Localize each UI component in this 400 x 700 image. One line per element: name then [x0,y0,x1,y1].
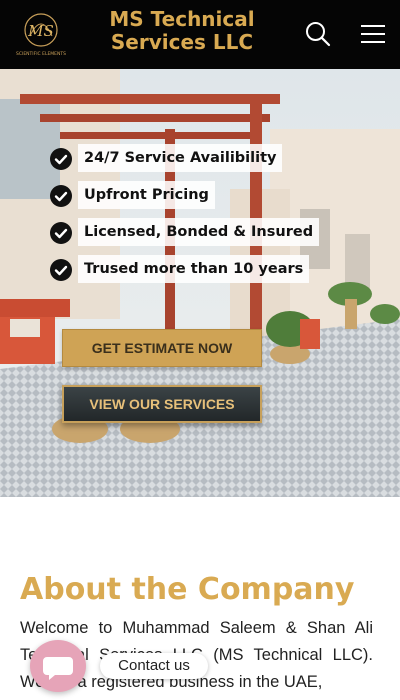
contact-us-label[interactable]: Contact us [100,653,208,679]
logo-emblem-icon: MS SCIENTIFIC ELEMENTS [16,13,66,57]
feature-text: Licensed, Bonded & Insured [78,218,320,246]
feature-list: 24/7 Service Availibility Upfront Pricin… [50,144,350,292]
chat-bubble-icon [43,657,73,680]
feature-item: Upfront Pricing [50,181,350,218]
brand-name[interactable]: MS Technical Services LLC [100,8,264,54]
feature-item: 24/7 Service Availibility [50,144,350,181]
menu-button[interactable] [358,20,388,48]
brand-line-1: MS Technical [109,7,255,31]
get-estimate-button[interactable]: GET ESTIMATE NOW [62,329,262,367]
feature-text: Trused more than 10 years [78,255,310,283]
hero-banner: 24/7 Service Availibility Upfront Pricin… [0,69,400,497]
svg-text:SCIENTIFIC ELEMENTS: SCIENTIFIC ELEMENTS [16,51,66,57]
feature-text: Upfront Pricing [78,181,215,209]
check-circle-icon [50,222,72,244]
search-icon [306,22,331,47]
view-services-button[interactable]: VIEW OUR SERVICES [62,385,262,423]
hamburger-menu-icon [361,25,385,43]
svg-text:MS: MS [27,22,54,40]
feature-item: Trused more than 10 years [50,255,350,292]
company-logo[interactable]: MS SCIENTIFIC ELEMENTS [16,10,66,58]
brand-line-2: Services LLC [110,30,254,54]
feature-item: Licensed, Bonded & Insured [50,218,350,255]
check-circle-icon [50,148,72,170]
search-button[interactable] [304,20,332,48]
check-circle-icon [50,259,72,281]
feature-text: 24/7 Service Availibility [78,144,283,172]
about-heading: About the Company [20,572,355,607]
check-circle-icon [50,185,72,207]
site-header: MS SCIENTIFIC ELEMENTS MS Technical Serv… [0,0,400,69]
contact-chat-button[interactable] [30,640,86,692]
